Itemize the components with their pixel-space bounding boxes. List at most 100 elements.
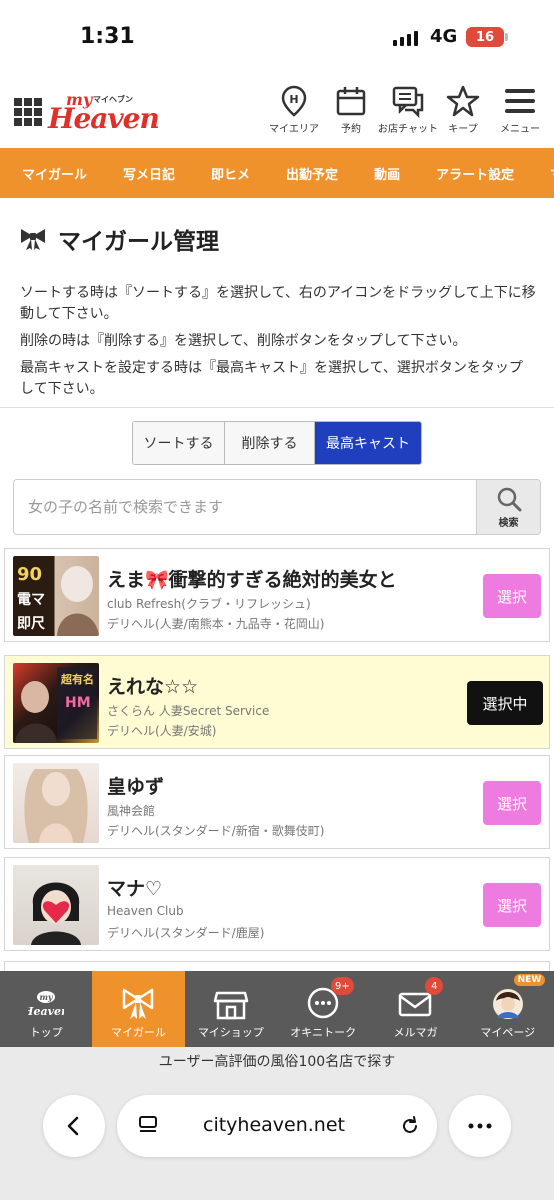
talk-badge: 9+: [330, 977, 354, 995]
nav-reserve[interactable]: 予約: [321, 84, 381, 135]
bottom-tab-bar: my Heaven トップ マイガール マイショップ オキニトーク 9+ メルマガ…: [0, 971, 554, 1047]
page-title-text: マイガール管理: [58, 229, 219, 255]
more-icon: [468, 1123, 492, 1129]
menu-item-video[interactable]: 動画: [352, 164, 414, 183]
menu-item-soku-hime[interactable]: 即ヒメ: [189, 164, 264, 183]
nav-shop-chat-label: お店チャット: [378, 124, 438, 135]
ribbon-icon: [21, 229, 45, 250]
girl-photo: [13, 763, 99, 843]
shop-icon: [213, 991, 249, 1020]
battery-level: 16: [475, 29, 495, 45]
area-label: デリヘル(人妻/安城): [107, 724, 217, 738]
selected-button[interactable]: 選択中: [467, 681, 543, 725]
hamburger-icon: [505, 89, 535, 113]
girl-card[interactable]: 90 電マ 即尺 えま🎀衝撃的すぎる絶対的美女と club Refresh(クラ…: [4, 548, 550, 642]
shop-name: Heaven Club: [107, 904, 184, 918]
promo-banner[interactable]: ユーザー高評価の風俗100名店で探す: [0, 1047, 554, 1075]
tab-mail-magazine[interactable]: メルマガ 4: [369, 971, 461, 1047]
svg-text:H: H: [289, 93, 298, 106]
select-button[interactable]: 選択: [483, 781, 541, 825]
nav-my-area-label: マイエリア: [269, 124, 319, 135]
ribbon-icon: [123, 988, 154, 1019]
battery-cap: [505, 33, 508, 41]
girl-photo: 超有名 HM: [13, 663, 99, 743]
svg-text:90: 90: [17, 564, 42, 585]
nav-my-area[interactable]: H マイエリア: [264, 84, 324, 135]
instruction-delete: 削除の時は『削除する』を選択して、削除ボタンをタップして下さい。: [20, 333, 467, 349]
tab-my-girl[interactable]: マイガール: [92, 971, 185, 1047]
instruction-sort: ソートする時は『ソートする』を選択して、右のアイコンをドラッグして上下に移動して…: [20, 285, 536, 322]
signal-icon: [393, 30, 418, 46]
tab-my-page-label: マイページ: [480, 1026, 536, 1039]
girl-card-selected[interactable]: 超有名 HM えれな☆☆ さくらん 人妻Secret Service デリヘル(…: [4, 655, 550, 749]
menu-item-schedule[interactable]: 出勤予定: [264, 164, 352, 183]
status-bar: 1:31 4G 16: [0, 0, 554, 76]
my-heaven-logo[interactable]: my マイヘブン Heaven: [48, 88, 160, 136]
star-icon: [446, 85, 480, 117]
tab-my-page[interactable]: マイページ NEW: [462, 971, 554, 1047]
select-button[interactable]: 選択: [483, 883, 541, 927]
mode-segmented-control: ソートする 削除する 最高キャスト: [132, 421, 422, 465]
site-header: my マイヘブン Heaven H マイエリア 予約 お店チャット キープ メニ…: [0, 82, 554, 144]
battery-icon: 16: [466, 27, 504, 47]
mail-badge: 4: [425, 977, 444, 995]
svg-text:HM: HM: [65, 695, 91, 711]
grid-menu-icon[interactable]: [14, 98, 42, 126]
tab-my-girl-label: マイガール: [110, 1026, 166, 1039]
tab-okini-talk-label: オキニトーク: [290, 1026, 357, 1039]
nav-menu-label: メニュー: [500, 124, 540, 135]
shop-name: club Refresh(クラブ・リフレッシュ): [107, 597, 311, 611]
instruction-best-cast: 最高キャストを設定する時は『最高キャスト』を選択して、選択ボタンをタップして下さ…: [20, 360, 523, 397]
shop-name: 風神会館: [107, 804, 156, 818]
area-label: デリヘル(人妻/南熊本・九品寺・花岡山): [107, 617, 325, 631]
search-bar: 検索: [13, 479, 541, 535]
tab-my-shop[interactable]: マイショップ: [185, 971, 277, 1047]
girl-name: えれな☆☆: [107, 676, 199, 698]
svg-text:Heaven: Heaven: [28, 1005, 64, 1018]
girl-card[interactable]: 皇ゆず 風神会館 デリヘル(スタンダード/新宿・歌舞伎町) 選択: [4, 755, 550, 849]
status-time: 1:31: [80, 24, 135, 49]
girl-photo: 90 電マ 即尺: [13, 556, 99, 636]
segment-delete[interactable]: 削除する: [225, 422, 315, 464]
reload-icon[interactable]: [399, 1115, 421, 1137]
girl-name: マナ♡: [107, 878, 163, 900]
girl-name: 皇ゆず: [107, 776, 165, 798]
search-button[interactable]: 検索: [476, 480, 540, 534]
svg-text:電マ: 電マ: [17, 591, 45, 608]
search-icon: [497, 487, 521, 511]
nav-keep-label: キープ: [448, 124, 478, 135]
page-title: マイガール管理: [18, 222, 219, 256]
menu-item-alert-settings[interactable]: アラート設定: [414, 164, 528, 183]
area-label: デリヘル(スタンダード/新宿・歌舞伎町): [107, 824, 325, 838]
menu-item-my-girl[interactable]: マイガール: [0, 164, 101, 183]
menu-item-photo-diary[interactable]: 写メ日記: [101, 164, 189, 183]
nav-keep[interactable]: キープ: [433, 84, 493, 135]
map-pin-icon: H: [281, 85, 307, 117]
page-menu-icon: [139, 1116, 157, 1132]
girl-card[interactable]: マナ♡ Heaven Club デリヘル(スタンダード/鹿屋) 選択: [4, 857, 550, 951]
segment-best-cast[interactable]: 最高キャスト: [315, 422, 421, 464]
nav-reserve-label: 予約: [341, 124, 361, 135]
nav-menu[interactable]: メニュー: [490, 84, 550, 135]
girl-name: えま🎀衝撃的すぎる絶対的美女と: [107, 569, 397, 591]
chevron-left-icon: [67, 1116, 79, 1136]
address-bar[interactable]: cityheaven.net: [117, 1095, 437, 1157]
segment-sort[interactable]: ソートする: [133, 422, 225, 464]
back-button[interactable]: [43, 1095, 105, 1157]
logo-main: Heaven: [48, 102, 160, 135]
shop-name: さくらん 人妻Secret Service: [107, 704, 270, 718]
tab-okini-talk[interactable]: オキニトーク 9+: [277, 971, 369, 1047]
search-input[interactable]: [14, 480, 476, 534]
menu-item-my-ranking[interactable]: マイランキ: [528, 164, 554, 183]
svg-text:超有名: 超有名: [60, 672, 94, 686]
new-badge: NEW: [513, 974, 546, 986]
more-button[interactable]: [449, 1095, 511, 1157]
girl-photo: [13, 865, 99, 945]
select-button[interactable]: 選択: [483, 574, 541, 618]
category-menu: マイガール 写メ日記 即ヒメ 出勤予定 動画 アラート設定 マイランキ: [0, 148, 554, 198]
browser-toolbar: cityheaven.net: [0, 1075, 554, 1200]
nav-shop-chat[interactable]: お店チャット: [378, 84, 438, 135]
avatar-icon: [492, 989, 523, 1019]
chat-icon: [392, 86, 424, 118]
tab-top[interactable]: my Heaven トップ: [0, 971, 92, 1047]
